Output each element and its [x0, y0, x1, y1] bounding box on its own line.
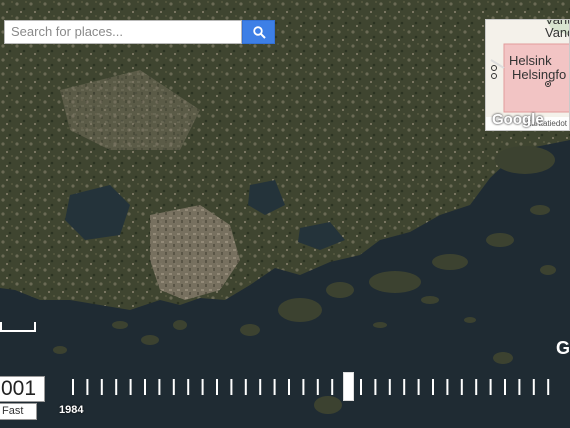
timeline-tick[interactable]	[374, 379, 377, 395]
timeline-tick[interactable]	[230, 379, 233, 395]
timeline-tick[interactable]	[331, 379, 334, 395]
timeline-tick[interactable]	[72, 379, 74, 395]
timeline-track[interactable]	[0, 0, 570, 428]
timeline-tick[interactable]	[460, 379, 463, 395]
timeline-tick[interactable]	[144, 379, 146, 395]
timeline-tick[interactable]	[86, 379, 89, 395]
timeline-tick[interactable]	[446, 379, 449, 395]
timeline-tick[interactable]	[244, 379, 247, 395]
timeline-tick[interactable]	[115, 379, 118, 395]
timeline-tick[interactable]	[316, 379, 319, 395]
timeline-tick[interactable]	[403, 379, 406, 395]
timeline-tick[interactable]	[129, 379, 132, 395]
timeline-tick[interactable]	[288, 379, 290, 395]
timeline-tick[interactable]	[302, 379, 305, 395]
timeline-tick[interactable]	[518, 379, 521, 395]
timeline-tick[interactable]	[187, 379, 190, 395]
timeline-tick[interactable]	[504, 379, 506, 395]
year-display: 001	[0, 376, 45, 402]
timeline-tick[interactable]	[547, 379, 550, 395]
timeline-tick[interactable]	[417, 379, 420, 395]
timeline-tick[interactable]	[475, 379, 478, 395]
timeline-start-year: 1984	[59, 404, 84, 416]
timeline-handle[interactable]	[343, 372, 354, 401]
timeline-ticks	[72, 379, 550, 395]
timeline-tick[interactable]	[532, 379, 535, 395]
timeline-tick[interactable]	[158, 379, 161, 395]
timeline-tick[interactable]	[216, 379, 218, 395]
timeline-tick[interactable]	[388, 379, 391, 395]
timeline-tick[interactable]	[201, 379, 204, 395]
timeline-tick[interactable]	[360, 379, 362, 395]
timeline-tick[interactable]	[259, 379, 262, 395]
timeline-tick[interactable]	[489, 379, 492, 395]
timeline-tick[interactable]	[100, 379, 103, 395]
timeline-tick[interactable]	[273, 379, 276, 395]
timeline-tick[interactable]	[432, 379, 434, 395]
timeline-tick[interactable]	[172, 379, 175, 395]
speed-toggle[interactable]: Fast	[0, 403, 37, 420]
